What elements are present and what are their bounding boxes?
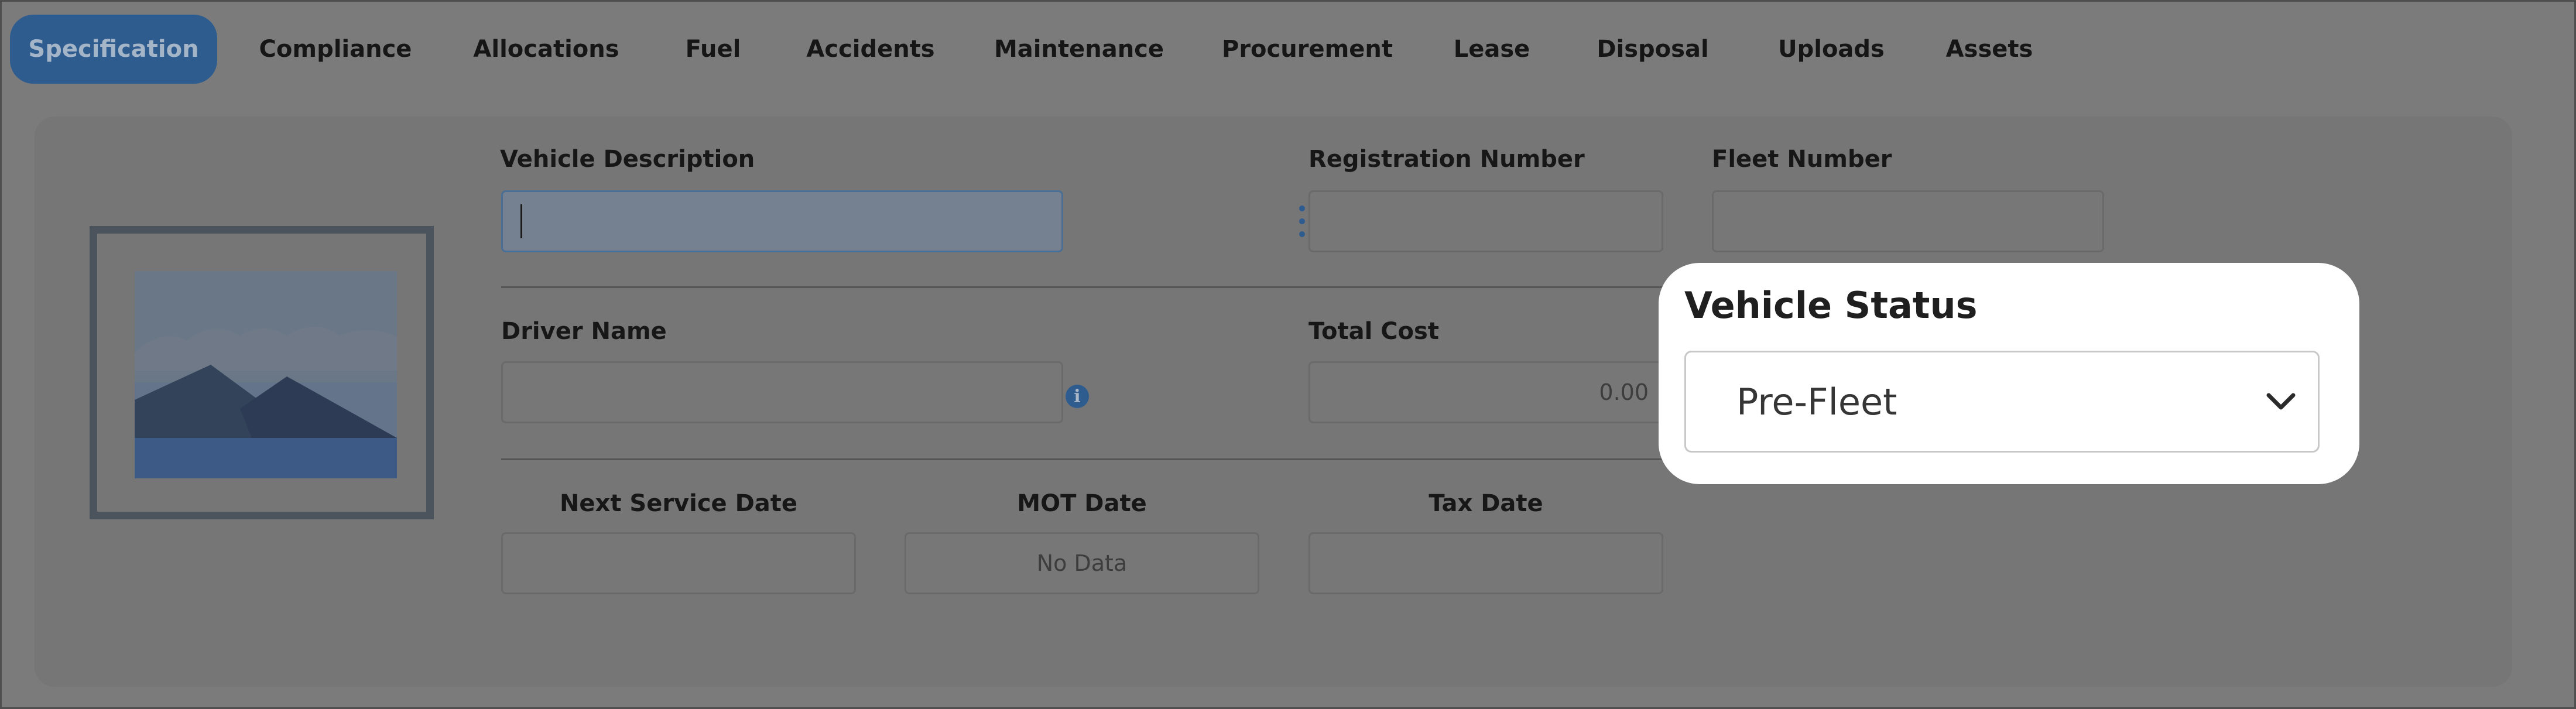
mot-date-label: MOT Date — [1017, 490, 1147, 517]
vehicle-image-placeholder[interactable] — [90, 226, 434, 519]
chevron-down-icon — [2265, 392, 2297, 412]
tax-date-label: Tax Date — [1429, 490, 1543, 517]
image-placeholder-icon — [135, 271, 397, 478]
tab-compliance[interactable]: Compliance — [254, 15, 417, 84]
kebab-menu-icon[interactable] — [1298, 205, 1306, 237]
vehicle-description-input[interactable] — [501, 190, 1063, 252]
driver-name-input[interactable] — [501, 361, 1063, 423]
tab-disposal[interactable]: Disposal — [1582, 15, 1723, 84]
total-cost-input[interactable]: 0.00 — [1308, 361, 1663, 423]
vehicle-status-select[interactable]: Pre-Fleet — [1684, 351, 2320, 453]
fleet-number-input[interactable] — [1712, 190, 2104, 252]
fleet-number-label: Fleet Number — [1712, 146, 1892, 173]
tab-fuel[interactable]: Fuel — [675, 15, 751, 84]
tab-lease[interactable]: Lease — [1448, 15, 1536, 84]
tab-specification[interactable]: Specification — [10, 15, 217, 84]
mot-date-value: No Data — [1036, 550, 1128, 576]
next-service-date-label: Next Service Date — [559, 490, 798, 517]
app-frame: Specification Compliance Allocations Fue… — [0, 0, 2576, 709]
tab-accidents[interactable]: Accidents — [798, 15, 943, 84]
registration-number-input[interactable] — [1308, 190, 1663, 252]
vehicle-status-callout: Vehicle Status Pre-Fleet — [1659, 263, 2359, 484]
registration-number-label: Registration Number — [1308, 146, 1585, 173]
vehicle-description-label: Vehicle Description — [500, 146, 755, 173]
total-cost-value: 0.00 — [1599, 379, 1649, 405]
section-divider — [501, 458, 1672, 460]
vehicle-status-label: Vehicle Status — [1684, 284, 1978, 327]
tab-procurement[interactable]: Procurement — [1220, 15, 1395, 84]
info-icon[interactable]: i — [1066, 385, 1089, 408]
mot-date-input[interactable]: No Data — [905, 532, 1259, 594]
section-divider — [501, 286, 1672, 288]
total-cost-label: Total Cost — [1308, 318, 1439, 345]
driver-name-label: Driver Name — [501, 318, 667, 345]
next-service-date-input[interactable] — [501, 532, 856, 594]
tab-uploads[interactable]: Uploads — [1770, 15, 1893, 84]
tab-maintenance[interactable]: Maintenance — [991, 15, 1167, 84]
vehicle-status-value: Pre-Fleet — [1736, 380, 1897, 423]
text-cursor — [520, 204, 522, 238]
tax-date-input[interactable] — [1308, 532, 1663, 594]
tab-assets[interactable]: Assets — [1940, 15, 2039, 84]
tab-allocations[interactable]: Allocations — [470, 15, 622, 84]
